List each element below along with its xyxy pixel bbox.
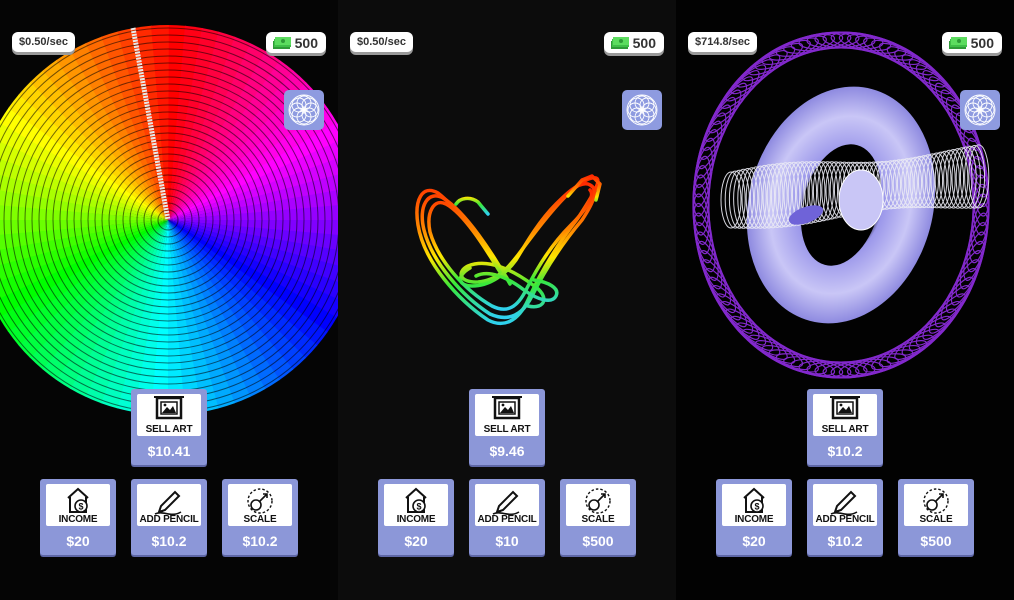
income-button[interactable]: $ INCOME $20 <box>716 479 792 555</box>
ring-coil <box>878 334 934 368</box>
scale-price: $10.2 <box>242 533 278 549</box>
game-screen-1: $0.50/sec 500 SELL ART $10.41 $ INCOME $2… <box>0 0 338 600</box>
add-pencil-button[interactable]: ADD PENCIL $10.2 <box>131 479 207 555</box>
scale-button[interactable]: SCALE $10.2 <box>222 479 298 555</box>
income-rate-badge: $714.8/sec <box>688 32 758 52</box>
scale-button[interactable]: SCALE $500 <box>898 479 974 555</box>
sell-art-label: SELL ART <box>483 424 531 435</box>
ring-coil <box>768 349 827 375</box>
spirograph-button[interactable] <box>960 90 1000 130</box>
ring-coil <box>742 328 796 364</box>
add-pencil-label: ADD PENCIL <box>477 514 537 525</box>
spirograph-button[interactable] <box>622 90 662 130</box>
income-price: $20 <box>404 533 428 549</box>
spirograph-button[interactable] <box>284 90 324 130</box>
sell-art-price: $9.46 <box>489 443 525 459</box>
sell-art-button[interactable]: SELL ART $10.2 <box>807 389 883 465</box>
scale-label: SCALE <box>581 514 615 525</box>
scale-label: SCALE <box>243 514 277 525</box>
sell-art-button[interactable]: SELL ART $9.46 <box>469 389 545 465</box>
add-pencil-button[interactable]: ADD PENCIL $10 <box>469 479 545 555</box>
ring-coil <box>878 42 934 76</box>
income-rate-badge: $0.50/sec <box>350 32 413 52</box>
scale-price: $500 <box>920 533 952 549</box>
add-pencil-button[interactable]: ADD PENCIL $10.2 <box>807 479 883 555</box>
income-label: INCOME <box>734 514 774 525</box>
cash-amount: 500 <box>970 34 994 51</box>
cash-amount: 500 <box>632 34 656 51</box>
ring-coil <box>855 349 914 375</box>
game-screen-3: $714.8/sec 500 SELL ART $10.2 $ INCOME $2… <box>676 0 1014 600</box>
add-pencil-price: $10.2 <box>827 533 863 549</box>
cash-balance: 500 <box>603 32 664 53</box>
ring-coil <box>855 35 914 61</box>
income-label: INCOME <box>396 514 436 525</box>
spirograph-icon <box>626 94 658 126</box>
ring-coil <box>768 35 827 61</box>
svg-text:$: $ <box>416 502 421 512</box>
add-pencil-label: ADD PENCIL <box>815 514 875 525</box>
income-button[interactable]: $ INCOME $20 <box>40 479 116 555</box>
ring-coil <box>748 334 804 368</box>
income-label: INCOME <box>58 514 98 525</box>
game-screen-2: $0.50/sec 500 SELL ART $9.46 $ INCOME $20… <box>338 0 676 600</box>
ring-coil <box>886 328 940 364</box>
spirograph-icon <box>288 94 320 126</box>
add-pencil-label: ADD PENCIL <box>139 514 199 525</box>
add-pencil-price: $10.2 <box>151 533 187 549</box>
sell-art-label: SELL ART <box>821 424 869 435</box>
sell-art-price: $10.2 <box>827 443 863 459</box>
income-price: $20 <box>66 533 90 549</box>
cash-amount: 500 <box>294 34 318 51</box>
cash-balance: 500 <box>941 32 1002 53</box>
money-stack-icon <box>272 36 291 49</box>
sell-art-price: $10.41 <box>147 443 191 459</box>
add-pencil-price: $10 <box>495 533 519 549</box>
spirograph-icon <box>964 94 996 126</box>
income-button[interactable]: $ INCOME $20 <box>378 479 454 555</box>
sell-art-button[interactable]: SELL ART $10.41 <box>131 389 207 465</box>
svg-text:$: $ <box>78 502 83 512</box>
cash-balance: 500 <box>265 32 326 53</box>
scale-button[interactable]: SCALE $500 <box>560 479 636 555</box>
income-rate-badge: $0.50/sec <box>12 32 75 52</box>
money-stack-icon <box>948 36 967 49</box>
ring-coil <box>886 46 940 82</box>
scale-label: SCALE <box>919 514 953 525</box>
money-stack-icon <box>610 36 629 49</box>
scale-price: $500 <box>582 533 614 549</box>
sell-art-label: SELL ART <box>145 424 193 435</box>
svg-text:$: $ <box>754 502 759 512</box>
income-price: $20 <box>742 533 766 549</box>
